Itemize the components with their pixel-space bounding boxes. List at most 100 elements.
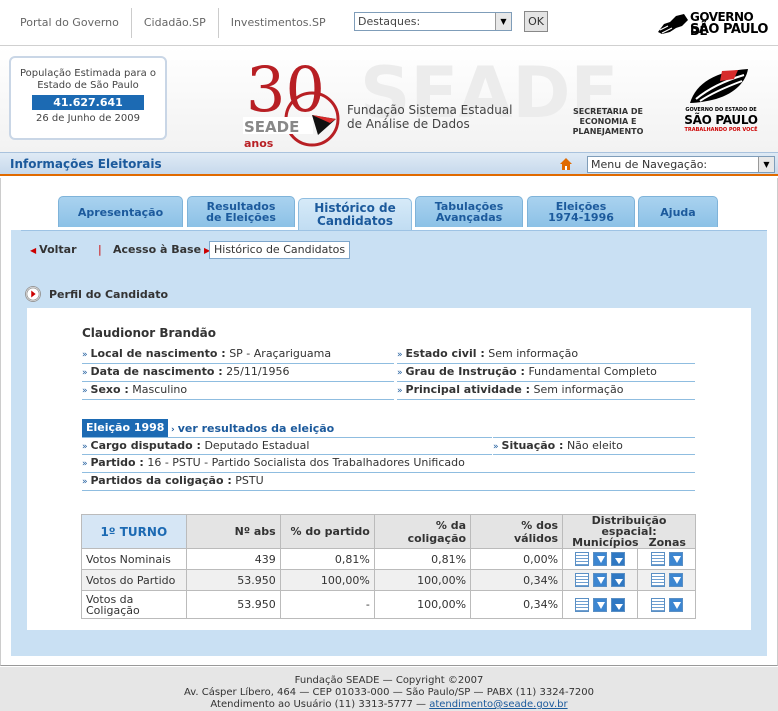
field-value: 16 - PSTU - Partido Socialista dos Traba… <box>147 456 465 469</box>
seade-name-line2: de Análise de Dados <box>347 117 470 131</box>
field-value: SP - Araçariguama <box>229 347 332 360</box>
link-cidadao-sp[interactable]: Cidadão.SP <box>132 8 219 38</box>
tab-label: Apresentação <box>77 205 164 219</box>
municipios-icons <box>562 590 639 619</box>
field-situacao: » Situação : Não eleito <box>493 437 695 455</box>
cell-validos: 0,00% <box>470 548 564 570</box>
population-value: 41.627.641 <box>32 95 144 110</box>
ver-resultados-link[interactable]: › ver resultados da eleição <box>171 422 334 435</box>
breadcrumb-current: Histórico de Candidatos <box>209 241 351 259</box>
triangle-left-icon: ◀ <box>30 246 37 255</box>
destaques-select[interactable]: Destaques: ▼ <box>354 12 512 31</box>
results-table: 1º TURNO Nº abs % do partido % da coliga… <box>81 514 696 619</box>
cell-abs: 53.950 <box>185 590 281 619</box>
destaques-value: Destaques: <box>358 15 421 28</box>
field-value: PSTU <box>235 474 264 487</box>
field-data-nascimento: » Data de nascimento : 25/11/1956 <box>82 364 394 382</box>
top-links: Portal do Governo Cidadão.SP Investiment… <box>8 8 338 38</box>
field-principal-atividade: » Principal atividade : Sem informação <box>397 382 695 400</box>
dist-title: Distribuição espacial: <box>591 514 667 538</box>
tab-apresentacao[interactable]: Apresentação <box>58 196 183 227</box>
bullet-icon: » <box>493 442 499 452</box>
chevron-down-icon[interactable]: ▼ <box>495 13 511 30</box>
table-icon[interactable] <box>575 597 590 612</box>
tab-tabulacoes-avancadas[interactable]: Tabulações Avançadas <box>415 196 523 227</box>
bullet-icon: » <box>397 350 403 360</box>
col-header: % dos válidos <box>470 514 564 549</box>
bullet-icon: » <box>82 459 88 469</box>
home-icon[interactable] <box>559 157 573 171</box>
chevron-right-icon: › <box>171 425 175 435</box>
tab-resultados-eleicoes[interactable]: Resultados de Eleições <box>187 196 295 227</box>
download-multi-icon[interactable] <box>611 597 626 612</box>
bullet-icon: » <box>82 350 88 360</box>
chevron-down-icon[interactable]: ▼ <box>758 157 774 172</box>
content-area: ◀ Voltar | Acesso à Base ▶ Histórico de Ca… <box>11 230 767 656</box>
section-title: Informações Eleitorais <box>10 157 162 171</box>
seade-name: Fundação Sistema Estadual de Análise de … <box>347 103 513 131</box>
back-link[interactable]: ◀ Voltar <box>30 243 77 256</box>
cell-coligacao: 100,00% <box>373 590 472 619</box>
top-bar: Portal do Governo Cidadão.SP Investiment… <box>0 0 778 46</box>
footer: Fundação SEADE — Copyright ©2007 Av. Cás… <box>0 667 778 711</box>
population-date: 26 de Junho de 2009 <box>36 113 140 124</box>
acesso-base-label: Acesso à Base <box>113 243 202 256</box>
tab-label-line2: 1974-1996 <box>548 211 614 224</box>
ok-button[interactable]: OK <box>524 11 548 32</box>
table-icon[interactable] <box>650 573 665 587</box>
table-icon[interactable] <box>650 552 665 566</box>
sp-logo-line3: TRABALHANDO POR VOCÊ <box>684 127 758 133</box>
tab-historico-candidatos[interactable]: Histórico de Candidatos <box>298 198 412 231</box>
field-label: Local de nascimento : <box>90 347 226 360</box>
governo-estado-logo[interactable]: GOVERNO DO ESTADO DE SÃO PAULO TRABALHAN… <box>676 67 766 149</box>
cell-coligacao: 100,00% <box>373 569 472 591</box>
footer-address: Av. Cásper Líbero, 464 — CEP 01033-000 —… <box>183 687 595 698</box>
link-investimentos-sp[interactable]: Investimentos.SP <box>219 8 338 38</box>
bullet-icon: » <box>397 386 403 396</box>
field-label: Partido : <box>90 456 144 469</box>
download-multi-icon[interactable] <box>611 552 626 566</box>
dist-header: Distribuição espacial: Municípios Zonas <box>562 514 696 549</box>
main-area: Apresentação Resultados de Eleições Hist… <box>0 178 778 666</box>
footer-email-link[interactable]: atendimento@seade.gov.br <box>429 699 567 710</box>
tab-label-line2: Candidatos <box>317 214 393 228</box>
footer-copyright: Fundação SEADE — Copyright ©2007 <box>294 675 484 686</box>
download-icon[interactable] <box>668 597 683 612</box>
banner: SEADE População Estimada para o Estado d… <box>0 47 778 152</box>
download-multi-icon[interactable] <box>611 573 626 587</box>
acesso-base-link[interactable]: Acesso à Base ▶ <box>113 243 210 256</box>
navigation-menu-select[interactable]: Menu de Navegação: ▼ <box>587 156 775 173</box>
download-icon[interactable] <box>668 573 683 587</box>
field-value: Sem informação <box>533 383 624 396</box>
governo-sp-logo[interactable]: GOVERNO DE SÃO PAULO <box>656 10 768 38</box>
dist-zonas: Zonas <box>648 536 686 549</box>
table-icon[interactable] <box>650 597 665 612</box>
field-estado-civil: » Estado civil : Sem informação <box>397 346 695 364</box>
field-value: Deputado Estadual <box>204 439 310 452</box>
download-icon[interactable] <box>593 597 608 612</box>
download-icon[interactable] <box>593 552 608 566</box>
table-icon[interactable] <box>575 552 590 566</box>
seade-30-anos-logo[interactable]: 30 SEADE anos <box>240 53 350 150</box>
download-icon[interactable] <box>668 552 683 566</box>
field-label: Principal atividade : <box>405 383 531 396</box>
bullet-icon: » <box>82 368 88 378</box>
col-header: Nº abs <box>185 514 281 549</box>
field-label: Sexo : <box>90 383 129 396</box>
link-portal-governo[interactable]: Portal do Governo <box>8 8 132 38</box>
table-row: Votos da Coligação 53.950 - 100,00% 0,34… <box>81 590 696 619</box>
municipios-icons <box>562 569 639 591</box>
seade-30-icon: 30 SEADE anos <box>243 53 340 150</box>
tab-ajuda[interactable]: Ajuda <box>638 196 718 227</box>
tab-eleicoes-1974-1996[interactable]: Eleições 1974-1996 <box>527 196 635 227</box>
footer-contact: Atendimento ao Usuário (11) 3313-5777 — … <box>0 699 778 711</box>
field-label: Estado civil : <box>405 347 485 360</box>
ver-resultados-label: ver resultados da eleição <box>177 422 335 435</box>
table-icon[interactable] <box>575 573 590 587</box>
col-header: % da coligação <box>373 514 472 549</box>
seade-name-line1: Fundação Sistema Estadual <box>347 103 513 117</box>
table-header-row: 1º TURNO Nº abs % do partido % da coliga… <box>81 514 696 549</box>
field-value: Não eleito <box>566 439 623 452</box>
table-row: Votos do Partido 53.950 100,00% 100,00% … <box>81 569 696 591</box>
download-icon[interactable] <box>593 573 608 587</box>
